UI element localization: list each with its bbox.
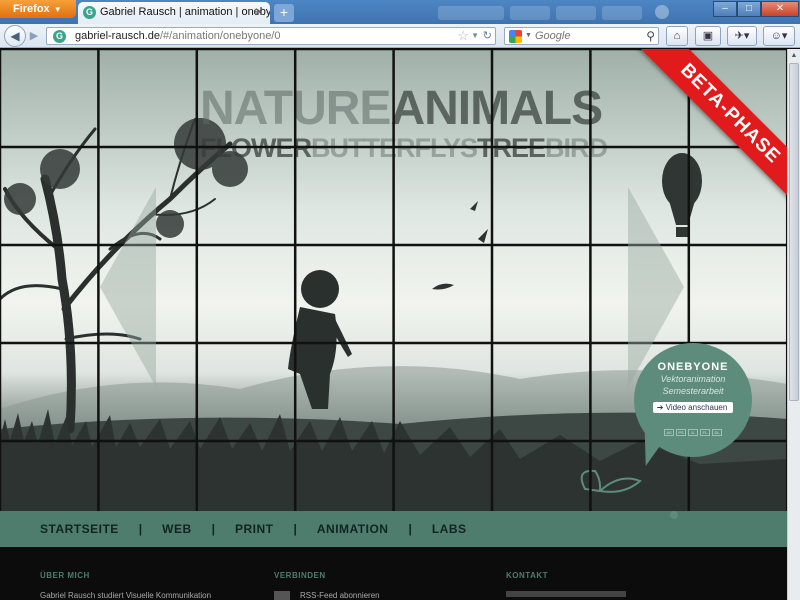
footer-contact-heading: KONTAKT <box>506 571 549 580</box>
search-input[interactable] <box>535 30 635 42</box>
main-navigation-bar: STARTSEITE | WEB | PRINT | ANIMATION | L… <box>0 511 787 547</box>
watch-video-link[interactable]: ➔ Video anschauen <box>652 402 734 413</box>
project-context: Semesterarbeit <box>662 386 724 396</box>
project-info-bubble: ONEBYONE Vektoranimation Semesterarbeit … <box>634 343 752 457</box>
decorative-dot <box>670 511 678 519</box>
slide-dot-1[interactable]: AS <box>664 429 674 436</box>
browser-tab-strip: Firefox ▼ G Gabriel Rausch | animation | … <box>0 0 800 24</box>
toolbar-placeholder-3[interactable] <box>556 6 596 20</box>
nav-print[interactable]: PRINT <box>235 522 274 536</box>
forward-arrow-icon[interactable]: ▶ <box>27 29 41 43</box>
web-page: NATUREANIMALS FLOWERBUTTERFLYSTREEBIRD B… <box>0 49 787 600</box>
site-favicon-icon: G <box>83 6 96 19</box>
search-icon[interactable]: ⚲ <box>646 29 655 43</box>
url-host: gabriel-rausch.de <box>75 30 160 42</box>
nav-web[interactable]: WEB <box>162 522 192 536</box>
search-box[interactable]: ▼ ⚲ <box>504 27 659 45</box>
vertical-scrollbar[interactable]: ▲ <box>787 49 800 600</box>
tab-close-icon[interactable]: ✕ <box>252 5 266 19</box>
url-favicon-icon: G <box>53 30 66 43</box>
search-engine-dropdown-icon[interactable]: ▼ <box>525 32 532 39</box>
maximize-button[interactable]: □ <box>737 1 761 17</box>
arrow-right-icon: ➔ <box>656 403 666 412</box>
footer-rss-link[interactable]: RSS-Feed abonnieren <box>300 591 380 600</box>
bookmark-star-icon[interactable]: ☆ <box>457 28 469 44</box>
project-type: Vektoranimation <box>660 374 726 384</box>
smiley-icon[interactable]: ☺▾ <box>763 26 795 46</box>
footer: ÜBER MICH Gabriel Rausch studiert Visuel… <box>0 547 787 600</box>
nav-separator: | <box>293 522 297 536</box>
navigation-toolbar: ◀ ▶ G gabriel-rausch.de/#/animation/oneb… <box>0 24 800 48</box>
toolbar-placeholder-1[interactable] <box>438 6 504 20</box>
close-window-button[interactable]: ✕ <box>761 1 799 17</box>
nav-separator: | <box>211 522 215 536</box>
rss-icon[interactable] <box>274 591 290 600</box>
footer-connect-heading: VERBINDEN <box>274 571 326 580</box>
browser-tab-active[interactable]: G Gabriel Rausch | animation | onebyone … <box>78 2 270 24</box>
slider-prev-arrow-icon[interactable] <box>100 187 156 387</box>
url-path: /#/animation/onebyone/0 <box>160 30 281 42</box>
nav-labs[interactable]: LABS <box>432 522 467 536</box>
google-logo-icon[interactable] <box>509 30 522 43</box>
bookmarks-icon[interactable]: ▣ <box>695 26 721 46</box>
sync-icon[interactable] <box>655 5 669 19</box>
url-bar[interactable]: G gabriel-rausch.de/#/animation/onebyone… <box>46 27 496 45</box>
footer-about-text: Gabriel Rausch studiert Visuelle Kommuni… <box>40 591 212 600</box>
tab-title: Gabriel Rausch | animation | onebyone | … <box>100 6 270 18</box>
firefox-menu-button[interactable]: Firefox ▼ <box>0 0 76 18</box>
slide-dot-3[interactable]: IL <box>688 429 698 436</box>
url-history-dropdown-icon[interactable]: ▼ <box>471 31 479 40</box>
addon-icon[interactable]: ✈▾ <box>727 26 757 46</box>
project-title: ONEBYONE <box>657 361 729 373</box>
toolbar-placeholder-4[interactable] <box>602 6 642 20</box>
nav-startseite[interactable]: STARTSEITE <box>40 522 119 536</box>
toolbar-placeholder-2[interactable] <box>510 6 550 20</box>
footer-contact-line <box>506 591 626 597</box>
slide-dot-2[interactable]: PS <box>676 429 686 436</box>
slide-pagination: AS PS IL FL DL <box>634 421 752 439</box>
scrollbar-thumb[interactable] <box>789 63 799 401</box>
new-tab-button[interactable]: + <box>274 4 294 22</box>
chevron-down-icon: ▼ <box>53 5 62 14</box>
firefox-menu-label: Firefox <box>13 3 50 15</box>
hero-slider: NATUREANIMALS FLOWERBUTTERFLYSTREEBIRD B… <box>0 49 787 511</box>
minimize-button[interactable]: – <box>713 1 737 17</box>
main-nav: STARTSEITE | WEB | PRINT | ANIMATION | L… <box>40 511 467 547</box>
nav-separator: | <box>138 522 143 536</box>
back-arrow-icon[interactable]: ◀ <box>4 25 26 47</box>
url-text[interactable]: gabriel-rausch.de/#/animation/onebyone/0 <box>75 30 280 42</box>
footer-about-heading: ÜBER MICH <box>40 571 90 580</box>
refresh-icon[interactable]: ↻ <box>483 29 492 42</box>
slide-dot-4[interactable]: FL <box>700 429 710 436</box>
watch-video-label: Video anschauen <box>665 403 728 412</box>
nav-animation[interactable]: ANIMATION <box>317 522 389 536</box>
nav-separator: | <box>408 522 412 536</box>
scroll-up-arrow-icon[interactable]: ▲ <box>788 49 800 62</box>
slide-dot-5[interactable]: DL <box>712 429 722 436</box>
home-icon[interactable]: ⌂ <box>666 26 688 46</box>
